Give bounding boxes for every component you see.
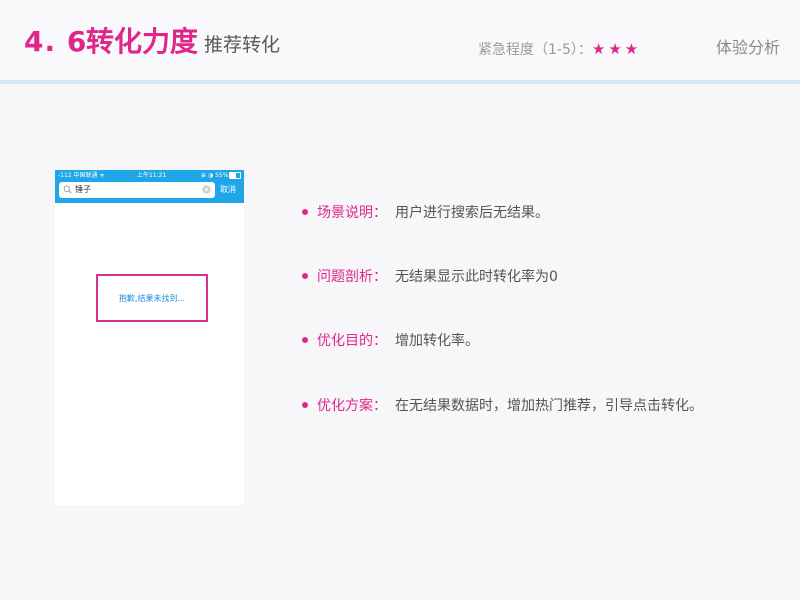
header-divider [0, 80, 800, 84]
status-carrier: -112 中国联通 ᯤ [58, 172, 105, 179]
bullet-item-goal: 优化目的： 增加转化率。 [300, 330, 780, 354]
clear-icon[interactable] [202, 185, 211, 194]
no-result-message: 抱歉,结果未找到... [118, 294, 186, 303]
bullet-item-scenario: 场景说明： 用户进行搜索后无结果。 [300, 202, 780, 226]
search-input[interactable]: 锤子 [59, 182, 215, 198]
search-icon [63, 185, 72, 194]
slide: 4. 6 转化力度 推荐转化 紧急程度（1-5）：★★★ 体验分析 -112 中… [0, 0, 800, 600]
urgency-rating: 紧急程度（1-5）：★★★ [478, 39, 641, 60]
battery-icon [229, 172, 242, 179]
bullet-text: 增加转化率。 [395, 333, 479, 349]
status-time: 上午11:21 [137, 172, 167, 179]
bullet-label: 问题剖析： [317, 269, 387, 285]
bullet-item-solution: 优化方案： 在无结果数据时，增加热门推荐，引导点击转化。 [300, 395, 780, 419]
section-subtitle: 推荐转化 [204, 34, 281, 56]
header: 4. 6 转化力度 推荐转化 紧急程度（1-5）：★★★ 体验分析 [0, 0, 800, 80]
bullet-dot [302, 273, 308, 279]
no-result-highlight: 抱歉,结果未找到... [96, 274, 208, 322]
search-value: 锤子 [75, 185, 91, 194]
section-number: 4. 6 [24, 25, 88, 58]
bullet-item-analysis: 问题剖析： 无结果显示此时转化率为0 [300, 266, 780, 290]
phone-screenshot: -112 中国联通 ᯤ 上午11:21 ⊕ ◑ 55% 锤子 取消 抱歉,结果未… [55, 170, 244, 505]
bullet-text: 在无结果数据时，增加热门推荐，引导点击转化。 [395, 398, 703, 414]
bullet-dot [302, 209, 308, 215]
bullet-text: 无结果显示此时转化率为0 [395, 269, 558, 285]
bullet-text: 用户进行搜索后无结果。 [395, 205, 549, 221]
bullet-dot [302, 402, 308, 408]
bullet-label: 场景说明： [317, 205, 387, 221]
section-title: 转化力度 [86, 25, 199, 58]
bullet-dot [302, 337, 308, 343]
bullet-label: 优化方案： [317, 398, 387, 414]
urgency-label: 紧急程度（1-5）： [478, 42, 592, 58]
phone-top-bar: -112 中国联通 ᯤ 上午11:21 ⊕ ◑ 55% 锤子 取消 [55, 170, 244, 203]
category-label: 体验分析 [716, 38, 781, 57]
star-icon-rating: ★★★ [591, 40, 642, 58]
status-indicators: ⊕ ◑ 55% [201, 172, 229, 179]
status-right: ⊕ ◑ 55% [201, 171, 242, 180]
cancel-button[interactable]: 取消 [220, 183, 236, 197]
bullet-label: 优化目的： [317, 333, 387, 349]
